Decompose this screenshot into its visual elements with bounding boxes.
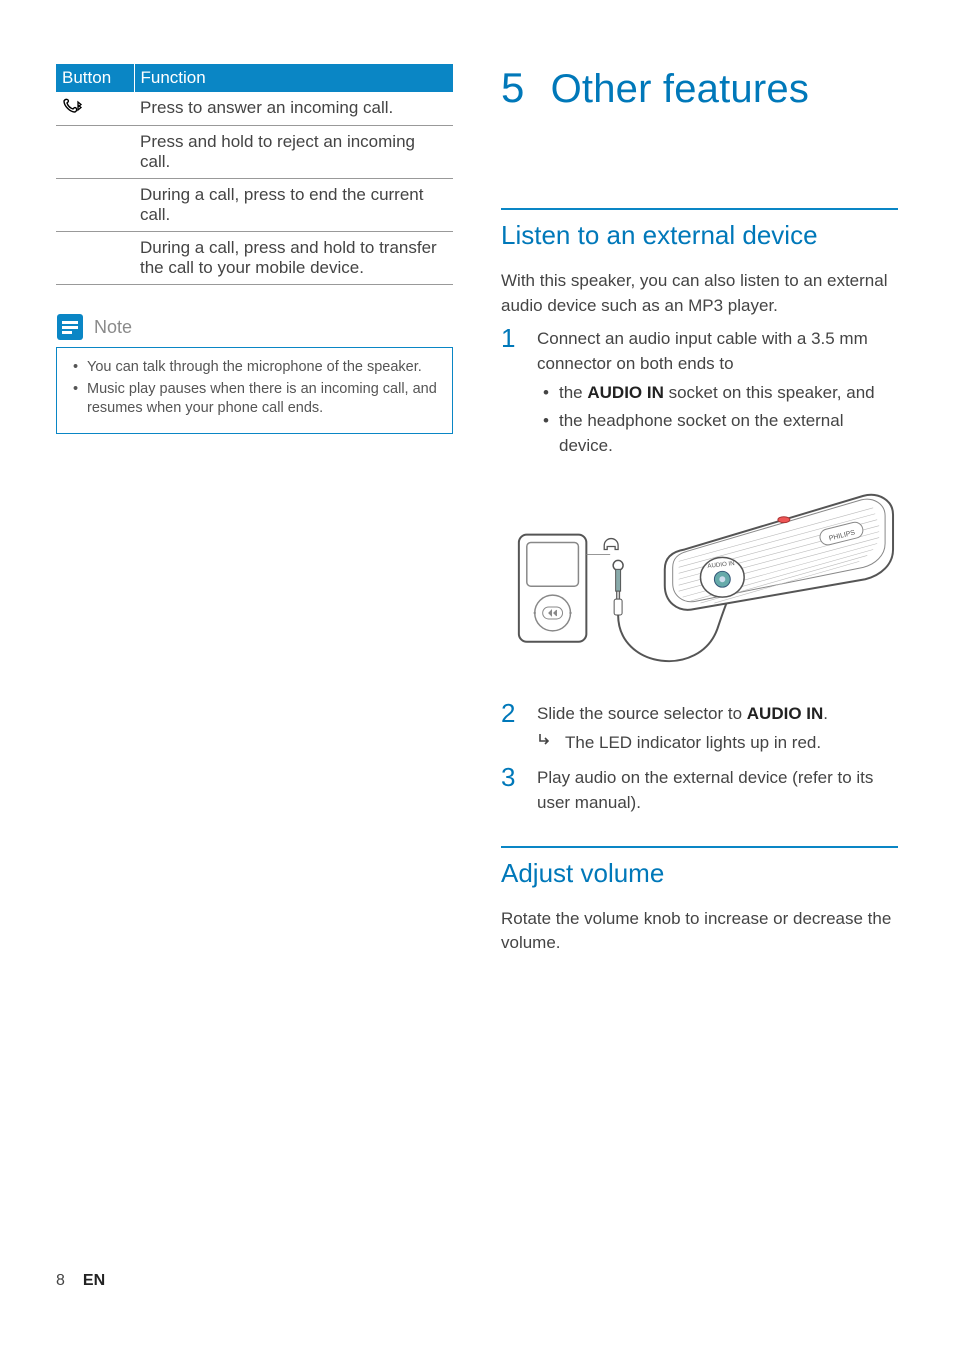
step-body: Connect an audio input cable with a 3.5 …	[537, 324, 898, 462]
section-title: Adjust volume	[501, 858, 898, 889]
section-title: Listen to an external device	[501, 220, 898, 251]
page-footer: 8 EN	[56, 1272, 105, 1290]
result-arrow-icon	[537, 731, 555, 756]
step-1: 1 Connect an audio input cable with a 3.…	[501, 324, 898, 462]
sub-bullet: the AUDIO IN socket on this speaker, and	[537, 381, 898, 406]
step-lead: Connect an audio input cable with a 3.5 …	[537, 329, 868, 373]
table-header-row: Button Function	[56, 64, 453, 92]
table-row: During a call, press and hold to transfe…	[56, 232, 453, 285]
note-icon	[56, 313, 84, 341]
section-text: Rotate the volume knob to increase or de…	[501, 907, 898, 956]
function-cell: Press to answer an incoming call.	[134, 92, 453, 126]
step-result: The LED indicator lights up in red.	[537, 731, 898, 756]
function-cell: Press and hold to reject an incoming cal…	[134, 126, 453, 179]
step-number: 3	[501, 763, 523, 815]
connection-illustration: PHILIPS AUDIO IN	[501, 480, 898, 679]
two-column-layout: Button Function	[56, 64, 898, 956]
col-header-function: Function	[134, 64, 453, 92]
step-body: Play audio on the external device (refer…	[537, 763, 898, 815]
section-listen-external: Listen to an external device With this s…	[501, 208, 898, 816]
step-number: 1	[501, 324, 523, 462]
step-body: Slide the source selector to AUDIO IN. T…	[537, 699, 898, 755]
section-intro: With this speaker, you can also listen t…	[501, 269, 898, 318]
sub-bullet: the headphone socket on the external dev…	[537, 409, 898, 458]
table-row: Press to answer an incoming call.	[56, 92, 453, 126]
button-icon-cell	[56, 126, 134, 179]
page: Button Function	[0, 0, 954, 1350]
step-3: 3 Play audio on the external device (ref…	[501, 763, 898, 815]
chapter-title: 5 Other features	[501, 64, 898, 112]
step-2: 2 Slide the source selector to AUDIO IN.…	[501, 699, 898, 755]
section-adjust-volume: Adjust volume Rotate the volume knob to …	[501, 846, 898, 956]
button-icon-cell	[56, 232, 134, 285]
note-item: Music play pauses when there is an incom…	[71, 380, 438, 419]
phone-bluetooth-icon	[62, 101, 84, 118]
language-code: EN	[83, 1272, 105, 1290]
note-body: You can talk through the microphone of t…	[56, 347, 453, 434]
col-header-button: Button	[56, 64, 134, 92]
button-icon-cell	[56, 179, 134, 232]
steps-list: 1 Connect an audio input cable with a 3.…	[501, 324, 898, 815]
note-header: Note	[56, 313, 453, 341]
note-item: You can talk through the microphone of t…	[71, 358, 438, 378]
page-number: 8	[56, 1272, 65, 1290]
chapter-name: Other features	[551, 67, 809, 112]
right-column: 5 Other features Listen to an external d…	[501, 64, 898, 956]
note-title: Note	[94, 317, 132, 338]
function-cell: During a call, press to end the current …	[134, 179, 453, 232]
button-function-table: Button Function	[56, 64, 453, 285]
table-row: Press and hold to reject an incoming cal…	[56, 126, 453, 179]
chapter-number: 5	[501, 64, 525, 112]
function-cell: During a call, press and hold to transfe…	[134, 232, 453, 285]
note-block: Note You can talk through the microphone…	[56, 313, 453, 434]
step-number: 2	[501, 699, 523, 755]
button-icon-cell	[56, 92, 134, 126]
left-column: Button Function	[56, 64, 453, 956]
table-row: During a call, press to end the current …	[56, 179, 453, 232]
